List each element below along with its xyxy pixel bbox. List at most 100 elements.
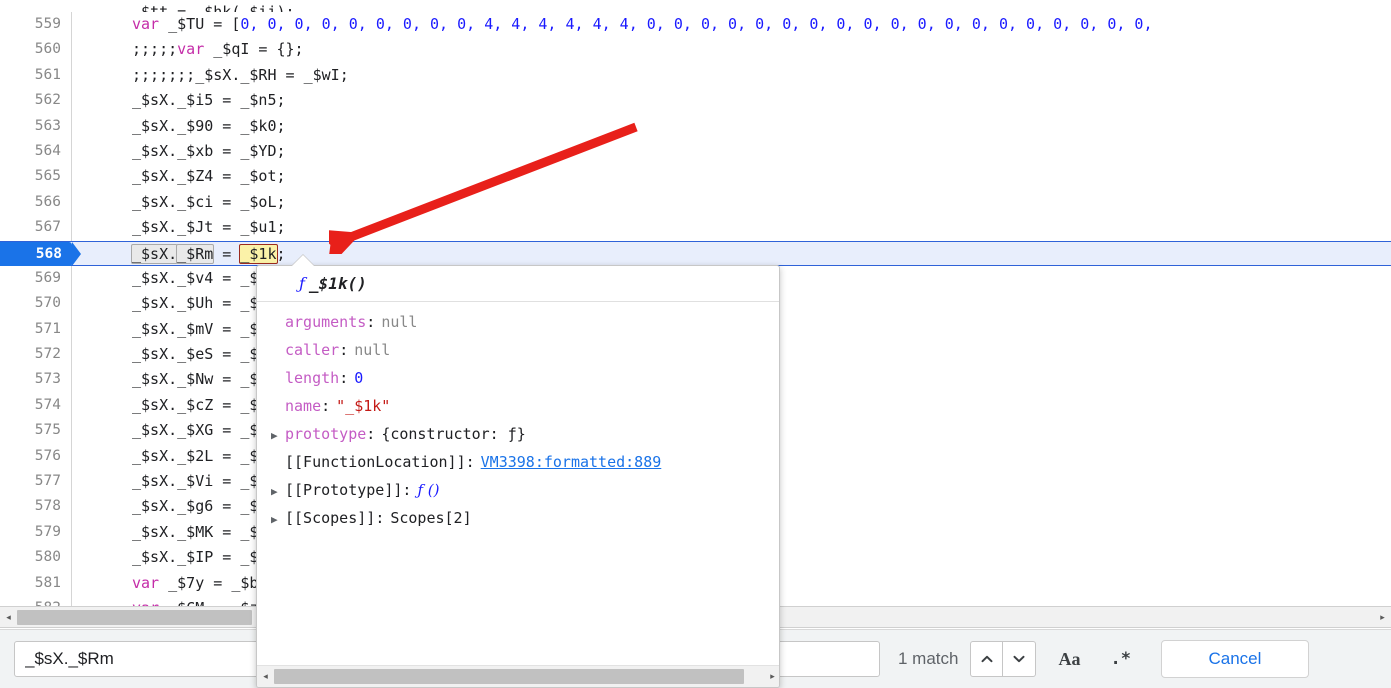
property-row[interactable]: ▶[[Scopes]]:Scopes[2]: [257, 504, 779, 532]
line-number[interactable]: 582: [0, 596, 72, 606]
popover-title: ƒ_$1k(): [257, 266, 779, 302]
match-case-toggle[interactable]: Aa: [1050, 645, 1088, 674]
property-value: "_$1k": [336, 392, 390, 420]
code-text: _$sX._$v4 = _$QM;: [72, 266, 286, 291]
search-match[interactable]: _$sX.: [131, 244, 178, 264]
line-number[interactable]: 578: [0, 494, 72, 519]
code-text: var $CM = _$zT;: [72, 596, 277, 606]
code-token: _$TU = [: [159, 15, 240, 33]
code-line[interactable]: 567_$sX._$Jt = _$u1;: [0, 215, 1391, 240]
code-text: _$sX._$Jt = _$u1;: [72, 215, 286, 240]
disclosure-triangle-icon[interactable]: ▶: [271, 478, 285, 506]
cancel-button[interactable]: Cancel: [1161, 640, 1309, 678]
code-line-active[interactable]: 568_$sX._$Rm = _$1k;: [0, 241, 1391, 266]
popover-scroll-left-arrow-icon[interactable]: ◂: [257, 666, 274, 686]
property-colon: :: [402, 476, 411, 504]
code-line[interactable]: 560;;;;;var _$qI = {};: [0, 37, 1391, 62]
chevron-up-icon: [980, 652, 994, 666]
line-number[interactable]: 565: [0, 164, 72, 189]
popover-scrollbar-thumb[interactable]: [274, 669, 744, 684]
property-colon: :: [321, 392, 330, 420]
code-token: 0, 0, 0, 0, 0, 0, 0, 0, 0, 4, 4, 4, 4, 4…: [240, 15, 1152, 33]
search-match[interactable]: _$Rm: [176, 244, 214, 264]
code-text: _$sX._$Nw = _$pY;: [72, 367, 286, 392]
code-text: _$sX._$ci = _$oL;: [72, 190, 286, 215]
code-text: _$sX._$Uh = _$Ab;: [72, 291, 286, 316]
disclosure-triangle-icon[interactable]: ▶: [271, 506, 285, 534]
line-number[interactable]: 567: [0, 215, 72, 240]
property-row[interactable]: ▶arguments:null: [257, 308, 779, 336]
property-value-link[interactable]: VM3398:formatted:889: [481, 448, 662, 476]
line-number[interactable]: 573: [0, 367, 72, 392]
chevron-down-icon: [1012, 652, 1026, 666]
code-line[interactable]: _$tt = _$hk(_$ii);: [0, 0, 1391, 12]
code-token: _$sX._$90 = _$k0;: [132, 117, 286, 135]
object-preview-popover[interactable]: ƒ_$1k() ▶arguments:null▶caller:null▶leng…: [256, 265, 780, 688]
code-token: _$sX._$ci = _$oL;: [132, 193, 286, 211]
property-row[interactable]: ▶caller:null: [257, 336, 779, 364]
code-text: _$sX._$Rm = _$1k;: [72, 242, 286, 267]
scroll-right-arrow-icon[interactable]: ▸: [1374, 607, 1391, 627]
code-text: _$sX._$MK = _$jR;: [72, 520, 286, 545]
code-token: ;;;;;;;_$sX._$RH = _$wI;: [132, 66, 349, 84]
code-text: _$sX._$90 = _$k0;: [72, 114, 286, 139]
code-token: =: [213, 245, 240, 263]
code-line[interactable]: 559var _$TU = [0, 0, 0, 0, 0, 0, 0, 0, 0…: [0, 12, 1391, 37]
property-row[interactable]: ▶[[FunctionLocation]]:VM3398:formatted:8…: [257, 448, 779, 476]
editor-scrollbar-thumb[interactable]: [17, 610, 252, 625]
line-number[interactable]: 576: [0, 444, 72, 469]
code-line[interactable]: 562_$sX._$i5 = _$n5;: [0, 88, 1391, 113]
code-line[interactable]: 563 _$sX._$90 = _$k0;: [0, 114, 1391, 139]
code-line[interactable]: 566 _$sX._$ci = _$oL;: [0, 190, 1391, 215]
code-text: _$sX._$eS = _$Dc;: [72, 342, 286, 367]
line-number[interactable]: 580: [0, 545, 72, 570]
search-match-current[interactable]: _$1k: [239, 244, 277, 264]
regex-toggle[interactable]: .*: [1102, 645, 1138, 673]
line-number[interactable]: 559: [0, 12, 72, 37]
line-number[interactable]: 569: [0, 266, 72, 291]
property-name: arguments: [285, 308, 366, 336]
code-text: _$sX._$g6 = _$nW;: [72, 494, 286, 519]
line-number[interactable]: 577: [0, 469, 72, 494]
popover-scroll-right-arrow-icon[interactable]: ▸: [764, 666, 780, 686]
line-number[interactable]: 568: [0, 242, 72, 267]
disclosure-triangle-icon[interactable]: ▶: [271, 422, 285, 450]
code-text: _$sX._$Z4 = _$ot;: [72, 164, 286, 189]
property-row[interactable]: ▶prototype:{constructor: ƒ}: [257, 420, 779, 448]
scroll-left-arrow-icon[interactable]: ◂: [0, 607, 17, 627]
property-list: ▶arguments:null▶caller:null▶length:0▶nam…: [257, 302, 779, 532]
code-token: _$qI = {};: [204, 40, 303, 58]
code-line[interactable]: 564 _$sX._$xb = _$YD;: [0, 139, 1391, 164]
code-text: _$tt = _$hk(_$ii);: [72, 0, 295, 12]
line-number[interactable]: 560: [0, 37, 72, 62]
line-number[interactable]: 581: [0, 571, 72, 596]
line-number[interactable]: 574: [0, 393, 72, 418]
line-number[interactable]: 562: [0, 88, 72, 113]
property-row[interactable]: ▶name:"_$1k": [257, 392, 779, 420]
line-number[interactable]: 575: [0, 418, 72, 443]
property-colon: :: [339, 364, 348, 392]
code-text: _$sX._$xb = _$YD;: [72, 139, 286, 164]
line-number[interactable]: 561: [0, 63, 72, 88]
next-match-button[interactable]: [1003, 641, 1036, 677]
code-line[interactable]: 565_$sX._$Z4 = _$ot;: [0, 164, 1391, 189]
property-value: Scopes[2]: [390, 504, 471, 532]
line-number[interactable]: 564: [0, 139, 72, 164]
property-row[interactable]: ▶[[Prototype]]:ƒ (): [257, 476, 779, 504]
line-number[interactable]: 570: [0, 291, 72, 316]
line-number[interactable]: 563: [0, 114, 72, 139]
line-number[interactable]: 579: [0, 520, 72, 545]
line-number[interactable]: 572: [0, 342, 72, 367]
property-colon: :: [366, 308, 375, 336]
popover-horizontal-scrollbar[interactable]: ◂ ▸: [257, 665, 780, 687]
line-number[interactable]: 566: [0, 190, 72, 215]
code-token: _$tt = _$hk(_$ii);: [132, 3, 295, 12]
code-token: _$sX._$xb = _$YD;: [132, 142, 286, 160]
code-text: ;;;;;;;_$sX._$RH = _$wI;: [72, 63, 349, 88]
property-colon: :: [339, 336, 348, 364]
code-text: var _$7y = _$bN;: [72, 571, 277, 596]
previous-match-button[interactable]: [970, 641, 1003, 677]
code-line[interactable]: 561 ;;;;;;;_$sX._$RH = _$wI;: [0, 63, 1391, 88]
property-row[interactable]: ▶length:0: [257, 364, 779, 392]
line-number[interactable]: 571: [0, 317, 72, 342]
